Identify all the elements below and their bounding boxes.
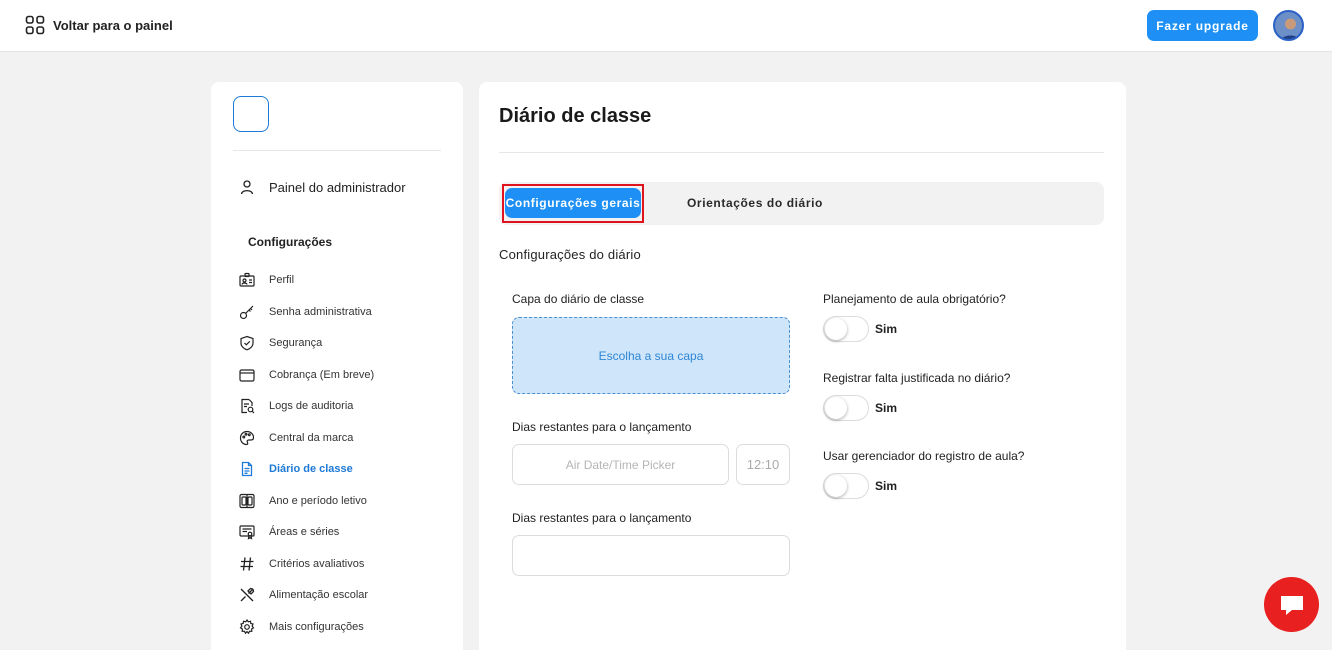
sidebar-item-profile[interactable]: Perfil (239, 272, 294, 288)
sidebar-item-school-meals[interactable]: Alimentação escolar (239, 587, 368, 603)
sidebar-item-admin-password[interactable]: Senha administrativa (239, 304, 372, 320)
lesson-record-manager-toggle[interactable] (823, 473, 869, 499)
days-remaining-label-2: Dias restantes para o lançamento (512, 511, 692, 525)
page-title: Diário de classe (499, 105, 652, 127)
sidebar-divider (233, 150, 441, 151)
sidebar-item-label: Segurança (269, 337, 323, 349)
school-logo-placeholder (233, 96, 269, 132)
days-remaining-input[interactable] (512, 535, 790, 576)
back-link-label: Voltar para o painel (53, 17, 173, 33)
justified-absence-label: Registrar falta justificada no diário? (823, 371, 1011, 385)
toggle-knob (825, 318, 847, 340)
sidebar-item-label: Alimentação escolar (269, 589, 369, 601)
back-to-dashboard-link[interactable]: Voltar para o painel (25, 15, 173, 35)
hashtag-icon (240, 557, 254, 571)
toggle-knob (825, 475, 847, 497)
sidebar-item-billing[interactable]: Cobrança (Em breve) (239, 367, 374, 383)
sidebar-item-admin-panel[interactable]: Painel do administrador (239, 179, 406, 195)
sidebar-item-label: Central da marca (269, 432, 354, 444)
lesson-planning-required-label: Planejamento de aula obrigatório? (823, 292, 1006, 306)
sidebar-item-label: Logs de auditoria (269, 400, 354, 412)
sidebar-section-title: Configurações (248, 235, 333, 249)
top-bar: Voltar para o painel Fazer upgrade (0, 0, 1332, 52)
sidebar-item-more-settings[interactable]: Mais configurações (239, 619, 364, 635)
cover-upload-text: Escolha a sua capa (598, 348, 704, 363)
days-remaining-label: Dias restantes para o lançamento (512, 420, 692, 434)
sidebar-item-school-year[interactable]: Ano e período letivo (239, 493, 367, 509)
sidebar-item-label: Senha administrativa (269, 306, 372, 318)
toggle-state-label: Sim (875, 322, 898, 336)
sidebar-item-class-diary[interactable]: Diário de classe (239, 461, 353, 477)
sidebar-item-audit-logs[interactable]: Logs de auditoria (239, 398, 353, 414)
cover-upload-dropzone[interactable]: Escolha a sua capa (512, 317, 790, 394)
user-photo-icon (1275, 12, 1302, 39)
justified-absence-toggle-row[interactable]: Sim (823, 395, 897, 421)
sidebar-item-label: Áreas e séries (269, 526, 340, 538)
avatar[interactable] (1273, 10, 1304, 41)
sidebar-item-brand-center[interactable]: Central da marca (239, 430, 353, 446)
toggle-state-label: Sim (875, 479, 898, 493)
user-icon (240, 180, 254, 195)
sidebar-item-areas-grades[interactable]: Áreas e séries (239, 524, 339, 540)
date-time-picker-input[interactable] (512, 444, 729, 485)
grid-icon (25, 15, 45, 35)
shield-icon (240, 335, 254, 351)
lesson-planning-toggle[interactable] (823, 316, 869, 342)
wallet-icon (239, 369, 255, 382)
sidebar-item-label: Painel do administrador (269, 179, 406, 195)
sidebar-item-label: Mais configurações (269, 621, 364, 633)
chat-bubble-icon (1280, 595, 1303, 615)
sidebar-item-label: Diário de classe (269, 463, 353, 475)
sidebar-item-evaluation-criteria[interactable]: Critérios avaliativos (239, 556, 364, 572)
id-card-icon (239, 272, 255, 287)
palette-icon (239, 430, 255, 446)
main-panel: Diário de classe Configurações gerais Or… (479, 82, 1126, 650)
lesson-record-manager-toggle-row[interactable]: Sim (823, 473, 897, 499)
gear-icon (239, 619, 255, 635)
sidebar-item-label: Critérios avaliativos (269, 558, 365, 570)
justified-absence-toggle[interactable] (823, 395, 869, 421)
chat-support-button[interactable] (1264, 577, 1319, 632)
upgrade-button[interactable]: Fazer upgrade (1147, 10, 1258, 41)
tab-diary-guidelines[interactable]: Orientações do diário (687, 196, 823, 210)
title-divider (499, 152, 1104, 153)
key-icon (239, 305, 254, 320)
document-icon (241, 461, 253, 477)
tab-bar: Configurações gerais Orientações do diár… (499, 182, 1104, 225)
cover-label: Capa do diário de classe (512, 292, 645, 306)
utensils-icon (240, 587, 255, 602)
sidebar-item-label: Ano e período letivo (269, 495, 367, 507)
section-title: Configurações do diário (499, 247, 641, 262)
sidebar-item-security[interactable]: Segurança (239, 335, 322, 351)
toggle-state-label: Sim (875, 401, 898, 415)
sidebar-item-label: Perfil (269, 274, 295, 286)
tab-general-settings[interactable]: Configurações gerais (505, 188, 641, 218)
time-input[interactable] (736, 444, 790, 485)
sidebar-item-label: Cobrança (Em breve) (269, 369, 375, 381)
toggle-knob (825, 397, 847, 419)
audit-log-icon (241, 398, 255, 414)
lesson-record-manager-label: Usar gerenciador do registro de aula? (823, 449, 1025, 463)
lesson-planning-toggle-row[interactable]: Sim (823, 316, 897, 342)
certificate-icon (239, 525, 255, 540)
calendar-grid-icon (239, 493, 255, 509)
settings-sidebar: Painel do administrador Configurações Pe… (211, 82, 463, 650)
